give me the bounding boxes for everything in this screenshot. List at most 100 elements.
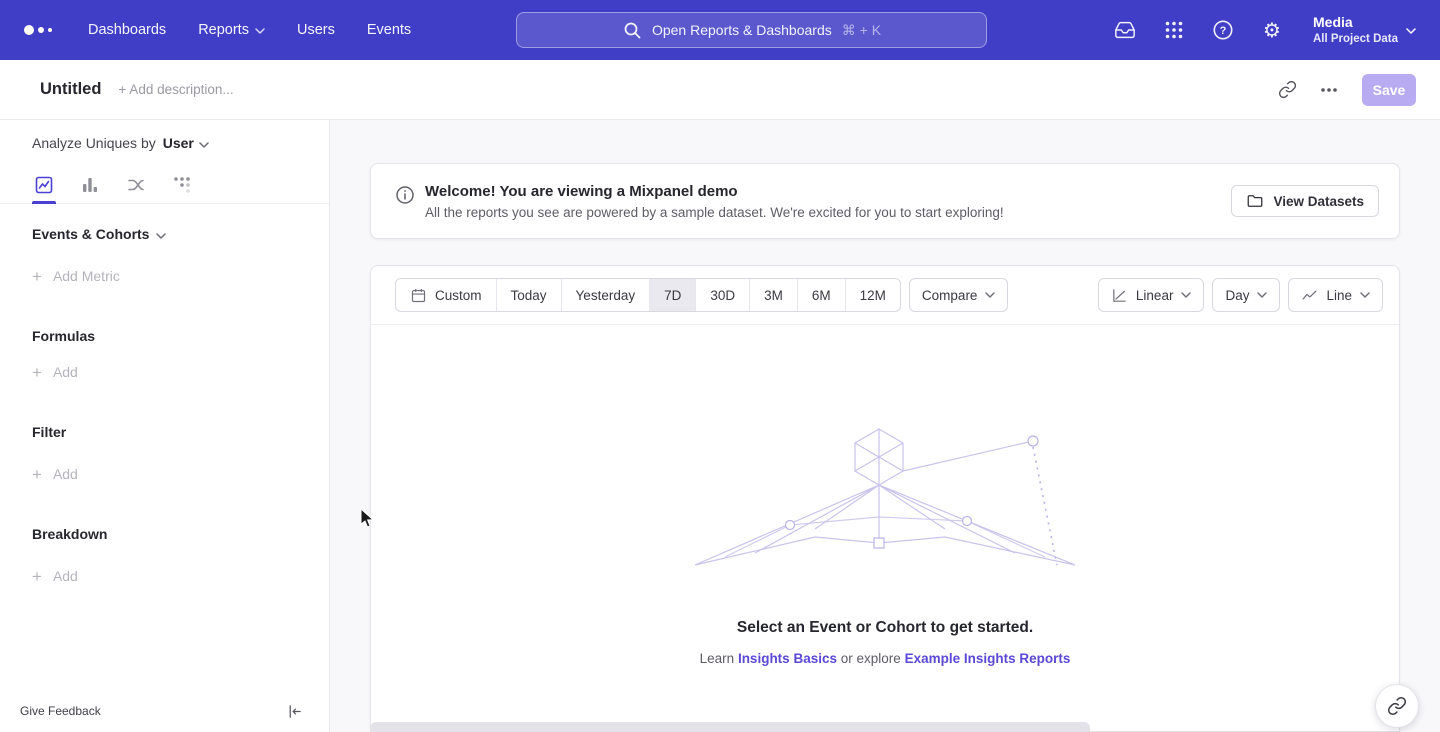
section-formulas: Formulas <box>32 326 329 346</box>
date-range-12m[interactable]: 12M <box>845 279 900 311</box>
chevron-down-icon <box>1257 292 1267 298</box>
top-nav-right: ? ⚙ Media All Project Data <box>1113 14 1416 46</box>
nav-item-events[interactable]: Events <box>367 22 411 38</box>
logo-dot-icon <box>48 28 52 32</box>
tab-funnels[interactable] <box>78 166 102 203</box>
plus-icon: + <box>32 466 42 483</box>
apps-grid-icon[interactable] <box>1162 18 1186 42</box>
nav-item-dashboards[interactable]: Dashboards <box>88 22 166 38</box>
mixpanel-logo[interactable] <box>24 25 52 35</box>
view-datasets-label: View Datasets <box>1273 194 1364 209</box>
date-range-label: Yesterday <box>576 288 636 303</box>
chart-type-dropdown[interactable]: Line <box>1288 278 1383 312</box>
scale-dropdown[interactable]: Linear <box>1098 278 1205 312</box>
tab-flows[interactable] <box>124 166 148 203</box>
date-range-30d[interactable]: 30D <box>695 279 749 311</box>
copy-link-button[interactable] <box>1270 73 1304 107</box>
inbox-icon[interactable] <box>1113 18 1137 42</box>
horizontal-scrollbar[interactable] <box>370 722 1090 732</box>
search-placeholder: Open Reports & Dashboards <box>652 22 832 38</box>
analyze-row: Analyze Uniques by User <box>0 120 329 166</box>
chevron-down-icon <box>985 292 995 298</box>
global-search-input[interactable]: Open Reports & Dashboards ⌘ + K <box>516 12 987 48</box>
save-button[interactable]: Save <box>1362 74 1416 106</box>
primary-nav: Dashboards Reports Users Events <box>88 22 411 38</box>
logo-dot-icon <box>38 27 44 33</box>
interval-dropdown[interactable]: Day <box>1212 278 1280 312</box>
tab-retention[interactable] <box>170 166 194 203</box>
empty-state-illustration <box>695 425 1075 575</box>
linear-scale-icon <box>1111 287 1128 304</box>
section-title: Events & Cohorts <box>32 226 149 242</box>
compare-button[interactable]: Compare <box>909 278 1009 312</box>
logo-dot-icon <box>24 25 34 35</box>
add-description-field[interactable]: + Add description... <box>118 82 233 97</box>
sidebar-footer: Give Feedback <box>0 690 329 732</box>
bar-chart-icon <box>80 175 100 195</box>
date-range-segmented-control: Custom Today Yesterday 7D 30D 3M 6M 12M <box>395 278 901 312</box>
date-range-today[interactable]: Today <box>496 279 561 311</box>
chevron-down-icon <box>255 22 265 38</box>
empty-state: Select an Event or Cohort to get started… <box>371 325 1399 666</box>
compare-label: Compare <box>922 288 978 303</box>
share-link-fab[interactable] <box>1375 684 1419 728</box>
dots-grid-icon <box>172 175 192 195</box>
scale-label: Linear <box>1136 288 1174 303</box>
report-header-actions: Save <box>1270 73 1416 107</box>
project-switcher[interactable]: Media All Project Data <box>1313 14 1416 46</box>
date-range-label: 12M <box>860 288 886 303</box>
section-events-cohorts[interactable]: Events & Cohorts <box>32 224 329 244</box>
banner-subtitle: All the reports you see are powered by a… <box>425 205 1004 220</box>
help-icon[interactable]: ? <box>1211 18 1235 42</box>
nav-label: Events <box>367 22 411 38</box>
project-text: Media All Project Data <box>1313 14 1398 46</box>
add-filter-button[interactable]: + Add <box>32 464 329 484</box>
view-datasets-button[interactable]: View Datasets <box>1231 185 1379 217</box>
report-title[interactable]: Untitled <box>40 80 101 99</box>
add-formula-button[interactable]: + Add <box>32 362 329 382</box>
section-filter: Filter <box>32 422 329 442</box>
date-range-yesterday[interactable]: Yesterday <box>561 279 650 311</box>
plus-icon: + <box>32 364 42 381</box>
nav-item-reports[interactable]: Reports <box>198 22 265 38</box>
banner-title: Welcome! You are viewing a Mixpanel demo <box>425 183 1004 200</box>
gear-icon[interactable]: ⚙ <box>1260 18 1284 42</box>
chevron-down-icon <box>1360 292 1370 298</box>
analyze-by-dropdown[interactable]: User <box>163 135 209 151</box>
insights-chart-icon <box>34 175 54 195</box>
collapse-sidebar-button[interactable] <box>286 703 303 720</box>
interval-label: Day <box>1225 288 1249 303</box>
chart-type-label: Line <box>1326 288 1352 303</box>
content-area: Analyze Uniques by User Events & Cohorts… <box>0 120 1440 732</box>
date-range-custom[interactable]: Custom <box>396 279 496 311</box>
project-name: Media <box>1313 14 1398 32</box>
date-range-label: 30D <box>710 288 735 303</box>
chevron-down-icon <box>1181 292 1191 298</box>
top-nav: Dashboards Reports Users Events Open Rep… <box>0 0 1440 60</box>
line-chart-icon <box>1301 287 1318 304</box>
banner-text: Welcome! You are viewing a Mixpanel demo… <box>425 183 1004 220</box>
calendar-icon <box>410 287 427 304</box>
plus-icon: + <box>32 268 42 285</box>
empty-state-subtitle: Learn Insights Basics or explore Example… <box>700 651 1071 666</box>
date-range-7d[interactable]: 7D <box>649 279 695 311</box>
date-range-label: 6M <box>812 288 831 303</box>
give-feedback-link[interactable]: Give Feedback <box>20 704 101 718</box>
svg-text:?: ? <box>1220 25 1227 37</box>
section-breakdown: Breakdown <box>32 524 329 544</box>
date-range-label: Custom <box>435 288 482 303</box>
add-metric-button[interactable]: + Add Metric <box>32 266 329 286</box>
date-range-6m[interactable]: 6M <box>797 279 845 311</box>
link-icon <box>1387 696 1407 716</box>
tab-insights[interactable] <box>32 166 56 203</box>
date-range-label: 7D <box>664 288 681 303</box>
search-icon <box>622 20 642 40</box>
insights-basics-link[interactable]: Insights Basics <box>738 651 837 666</box>
add-label: Add <box>53 364 78 380</box>
nav-item-users[interactable]: Users <box>297 22 335 38</box>
project-subtitle: All Project Data <box>1313 32 1398 46</box>
more-options-button[interactable] <box>1312 73 1346 107</box>
date-range-3m[interactable]: 3M <box>749 279 797 311</box>
add-breakdown-button[interactable]: + Add <box>32 566 329 586</box>
example-insights-reports-link[interactable]: Example Insights Reports <box>905 651 1071 666</box>
